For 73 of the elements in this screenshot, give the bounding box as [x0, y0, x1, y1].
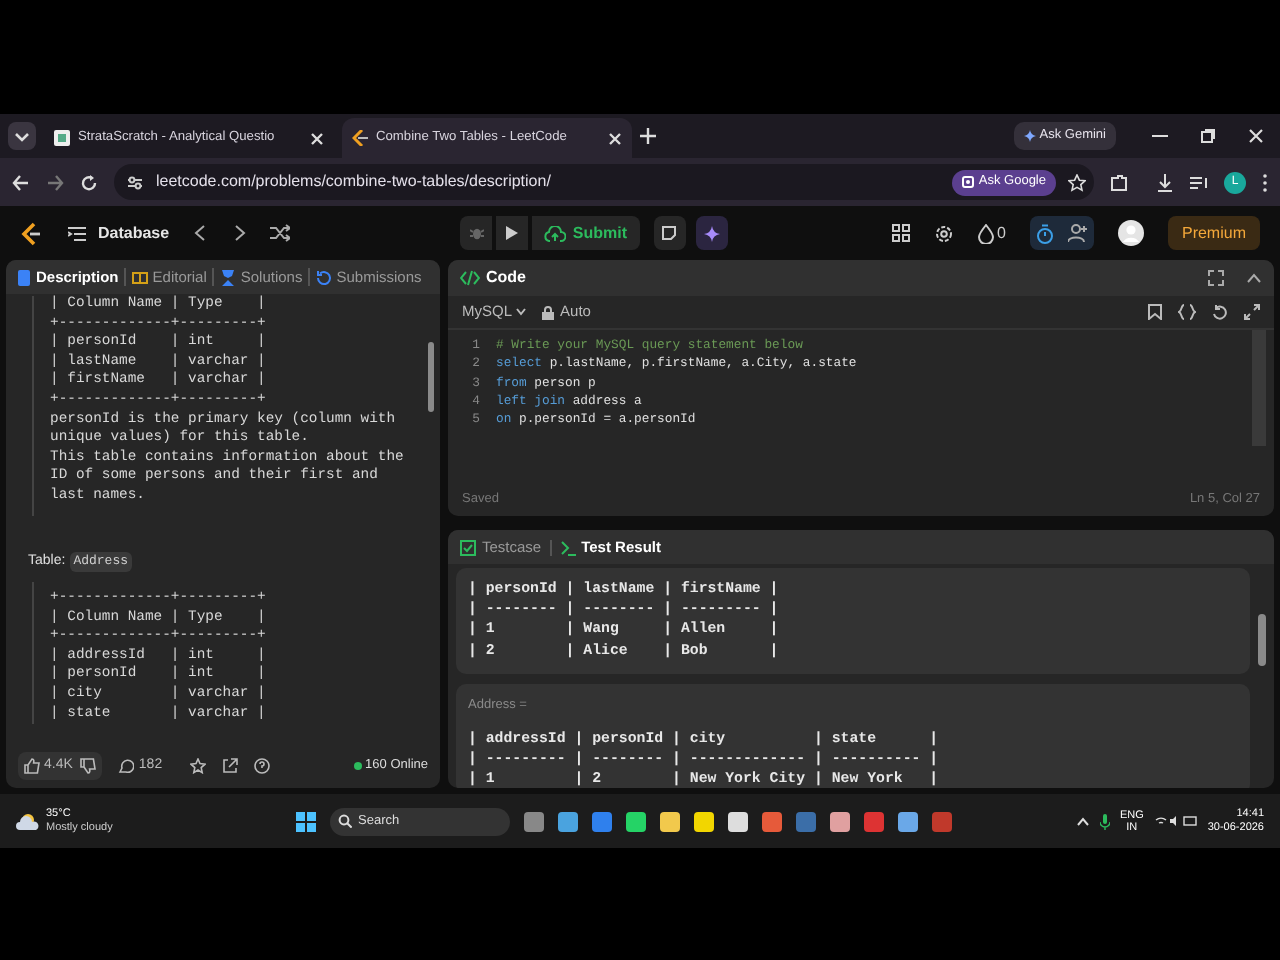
site-settings-icon[interactable]	[126, 173, 144, 191]
bookmark-icon[interactable]	[1148, 304, 1162, 320]
shuffle-icon[interactable]	[269, 224, 290, 242]
note-button[interactable]	[653, 216, 686, 250]
thumbs-down-icon[interactable]	[80, 758, 97, 774]
play-icon	[506, 226, 519, 240]
user-avatar-icon[interactable]	[1117, 220, 1144, 246]
chevron-right-icon[interactable]	[233, 224, 246, 242]
plus-icon[interactable]	[640, 128, 656, 144]
run-button[interactable]	[496, 216, 529, 250]
code-brackets-icon	[460, 270, 480, 286]
online-dot-icon	[353, 762, 362, 770]
microphone-icon[interactable]	[1099, 813, 1110, 829]
close-icon[interactable]	[1248, 128, 1264, 144]
download-icon[interactable]	[1156, 173, 1174, 191]
star-icon[interactable]	[190, 758, 207, 774]
layout-icon[interactable]	[891, 224, 910, 242]
playlist-icon[interactable]	[1190, 173, 1208, 191]
wifi-speaker-battery-icon[interactable]	[1153, 814, 1198, 828]
streak-count: 0	[997, 221, 1006, 245]
settings-icon[interactable]	[933, 223, 954, 243]
url-text: leetcode.com/problems/combine-two-tables/description/	[156, 170, 553, 194]
list-icon[interactable]	[68, 225, 86, 241]
page-icon	[54, 130, 70, 146]
premium-button[interactable]: Premium	[1167, 216, 1260, 250]
scrollbar-thumb[interactable]	[1258, 614, 1266, 666]
reset-icon[interactable]	[1212, 304, 1228, 320]
search-icon	[338, 814, 352, 828]
close-icon[interactable]	[310, 131, 324, 145]
cloud-upload-icon	[544, 225, 567, 241]
extensions-icon[interactable]	[1110, 173, 1128, 191]
forward-arrow-icon[interactable]	[46, 173, 64, 191]
leetcode-logo-icon	[352, 130, 368, 146]
add-user-icon[interactable]	[1067, 224, 1088, 242]
share-icon[interactable]	[222, 758, 239, 774]
book-icon	[132, 269, 149, 285]
reload-icon[interactable]	[80, 173, 98, 191]
chevron-down-icon[interactable]	[8, 122, 36, 150]
comment-icon	[118, 758, 135, 774]
checkbox-icon	[460, 539, 476, 555]
expand-icon[interactable]	[1244, 304, 1260, 320]
thumbs-up-icon	[24, 758, 40, 774]
collapse-icon[interactable]	[1246, 272, 1262, 284]
chevron-up-icon[interactable]	[1075, 816, 1090, 826]
braces-icon[interactable]	[1178, 304, 1196, 320]
fullscreen-icon[interactable]	[1208, 270, 1224, 286]
submit-button[interactable]: Submit	[532, 216, 640, 250]
sparkle-icon	[703, 225, 720, 241]
restore-icon[interactable]	[1200, 128, 1216, 144]
debug-button[interactable]	[460, 216, 493, 250]
scrollbar-thumb[interactable]	[428, 342, 434, 412]
back-arrow-icon[interactable]	[12, 173, 30, 191]
lock-icon	[542, 305, 555, 319]
lens-icon	[962, 176, 975, 188]
problem-list-title[interactable]: Database	[98, 221, 170, 245]
history-icon	[316, 269, 333, 285]
bug-icon	[469, 226, 484, 240]
windows-logo-icon[interactable]	[296, 811, 316, 831]
chevron-down-icon	[516, 308, 527, 316]
note-icon	[662, 226, 677, 240]
chevron-left-icon[interactable]	[193, 224, 206, 242]
ai-sparkle-button[interactable]	[695, 216, 728, 250]
stopwatch-icon[interactable]	[1035, 223, 1054, 243]
cloud-icon	[16, 812, 40, 830]
leetcode-logo-icon[interactable]	[20, 221, 40, 245]
close-icon[interactable]	[608, 131, 622, 145]
panel-title: Code	[486, 266, 526, 290]
more-icon[interactable]	[1262, 173, 1268, 191]
terminal-icon	[559, 539, 576, 555]
star-icon[interactable]	[1068, 173, 1086, 191]
help-icon[interactable]	[254, 758, 271, 774]
sparkle-icon	[1023, 130, 1036, 142]
document-icon	[16, 269, 32, 285]
